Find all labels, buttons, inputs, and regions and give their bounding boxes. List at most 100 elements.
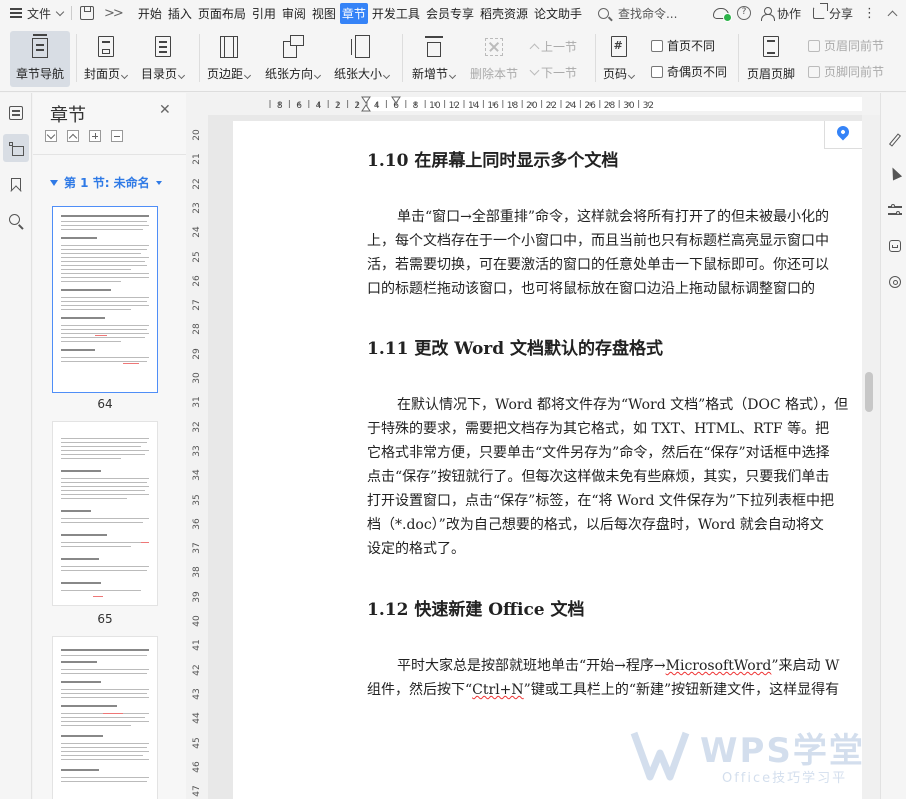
tab-chapter[interactable]: 章节 <box>339 2 368 24</box>
footer-same-as-previous-checkbox[interactable]: 页脚同前节 <box>808 63 884 80</box>
page-thumbnail[interactable] <box>52 421 158 606</box>
vertical-ruler-label: 39 <box>192 590 202 603</box>
page-thumbnail[interactable] <box>52 206 158 393</box>
paper-size-button[interactable]: 纸张大小 <box>334 34 391 82</box>
vertical-ruler[interactable]: 20 21 22 23 24 25 26 27 28 29 30 31 32 33 34 35 36 37 38 39… <box>186 115 208 799</box>
vertical-ruler-label: 45 <box>192 736 202 749</box>
footer-same-as-previous-label: 页脚同前节 <box>824 65 885 79</box>
tab-insert[interactable]: 插入 <box>166 3 194 24</box>
collab-button[interactable]: 协作 <box>760 5 801 22</box>
prev-section-button[interactable]: 上一节 <box>529 38 578 55</box>
header-footer-button[interactable]: 页眉页脚 <box>747 34 795 82</box>
cursor-icon[interactable] <box>887 165 903 181</box>
text-line: 打开设置窗口，点击“保存”标签，在“将 Word 文件保存为”下拉列表框中把 <box>367 493 835 509</box>
close-icon[interactable]: ✕ <box>159 102 171 118</box>
text-line: 它格式非常方便，只要单击“文件另存为”命令，然后在“保存”对话框中选择 <box>367 445 830 461</box>
search-icon[interactable] <box>8 213 24 230</box>
odd-even-different-label: 奇偶页不同 <box>667 65 728 79</box>
add-icon[interactable] <box>89 130 101 142</box>
vertical-ruler-label: 44 <box>192 712 202 724</box>
hamburger-icon[interactable] <box>10 6 22 21</box>
bookmark-icon[interactable] <box>8 177 24 197</box>
checkbox-box <box>651 65 663 78</box>
paragraph-1-11: 在默认情况下，Word 都将文件存为“Word 文档”格式（DOC 格式），但 … <box>367 393 862 561</box>
help-icon[interactable]: ? <box>736 6 751 20</box>
cover-page-button[interactable]: 封面页 <box>84 34 129 82</box>
expand-all-icon[interactable] <box>45 130 57 142</box>
backup-icon[interactable] <box>888 239 902 253</box>
save-icon[interactable] <box>80 6 95 20</box>
page-number-label: 页码 <box>603 67 628 81</box>
ruler-label: 14 <box>468 101 480 111</box>
next-section-button[interactable]: 下一节 <box>529 64 577 81</box>
document-area: 1.10 在屏幕上同时显示多个文档 单击“窗口→全部重排”命令，这样就会将所有打… <box>208 115 862 799</box>
location-pin-icon[interactable] <box>824 121 862 149</box>
menu-bar: 文件 >> 开始 插入 页面布局 引用 审阅 视图 章节 开发工具 会员专享 稻… <box>0 0 906 26</box>
ribbon-tabs: 开始 插入 页面布局 引用 审阅 视图 章节 开发工具 会员专享 稻壳资源 论文… <box>136 2 586 24</box>
separator <box>595 34 596 82</box>
orientation-button[interactable]: 纸张方向 <box>265 34 322 82</box>
chapter-icon[interactable] <box>8 140 24 156</box>
vertical-ruler-label: 33 <box>192 445 202 457</box>
ruler-label: 30 <box>623 101 635 111</box>
odd-even-different-checkbox[interactable]: 奇偶页不同 <box>651 63 727 80</box>
document-page[interactable]: 1.10 在屏幕上同时显示多个文档 单击“窗口→全部重排”命令，这样就会将所有打… <box>233 121 862 799</box>
vertical-ruler-label: 23 <box>192 202 202 214</box>
vertical-ruler-label: 21 <box>192 153 202 166</box>
document-scrollbar[interactable] <box>862 115 880 799</box>
tab-member[interactable]: 会员专享 <box>424 3 476 24</box>
separator <box>199 34 200 82</box>
new-section-icon <box>422 34 446 60</box>
collab-label: 协作 <box>776 6 801 21</box>
tab-view[interactable]: 视图 <box>310 3 338 24</box>
collapse-all-icon[interactable] <box>67 130 79 142</box>
margins-button[interactable]: 页边距 <box>207 34 252 82</box>
file-menu[interactable]: 文件 <box>27 5 65 22</box>
tab-start[interactable]: 开始 <box>136 3 164 24</box>
prev-section-label: 上一节 <box>541 40 578 54</box>
pen-icon[interactable] <box>888 133 902 147</box>
toc-page-label: 目录页 <box>141 67 178 81</box>
paragraph-1-10: 单击“窗口→全部重排”命令，这样就会将所有打开了的但未被最小化的 上，每个文档存… <box>367 205 862 301</box>
tab-page-layout[interactable]: 页面布局 <box>196 3 248 24</box>
double-chevron-right-icon[interactable]: >> <box>104 6 124 21</box>
settings-icon[interactable] <box>888 275 902 289</box>
text-line: 点击“保存”按钮就行了。但每次这样做未免有些麻烦，其实，只要我们单击 <box>367 469 830 485</box>
vertical-ruler-label: 34 <box>192 469 202 481</box>
arrow-down-icon <box>529 65 540 76</box>
minus-icon[interactable] <box>111 130 123 142</box>
vertical-ruler-label: 30 <box>192 372 202 384</box>
share-button[interactable]: 分享 <box>812 3 853 22</box>
vertical-ruler-label: 24 <box>192 226 202 238</box>
page-thumbnail[interactable] <box>52 636 158 799</box>
new-section-button[interactable]: 新增节 <box>412 34 457 82</box>
tab-developer[interactable]: 开发工具 <box>370 3 422 24</box>
outline-icon[interactable] <box>8 105 24 121</box>
chapter-nav-button[interactable]: 章节导航 <box>10 31 71 87</box>
heading-1-11: 1.11 更改 Word 文档默认的存盘格式 <box>367 339 664 359</box>
tab-thesis[interactable]: 论文助手 <box>532 3 584 24</box>
toc-page-button[interactable]: 目录页 <box>141 34 186 82</box>
tab-docer[interactable]: 稻壳资源 <box>478 3 530 24</box>
section-item[interactable]: 第 1 节: 未命名 <box>50 174 162 191</box>
first-page-different-checkbox[interactable]: 首页不同 <box>651 37 715 54</box>
tab-review[interactable]: 审阅 <box>280 3 308 24</box>
chevron-down-icon <box>177 71 186 80</box>
tab-references[interactable]: 引用 <box>250 3 278 24</box>
chevron-down-icon <box>627 71 636 80</box>
wps-watermark: WPS学堂 Office技巧学习平 <box>630 723 900 793</box>
sliders-icon[interactable] <box>888 203 902 217</box>
horizontal-ruler[interactable]: 8 6 4 2 2 4 6 8 10 12 14 16 18 20 22 24 26 28 30 32 <box>186 93 862 115</box>
ruler-label: 26 <box>584 101 596 111</box>
cloud-sync-icon[interactable] <box>712 7 732 22</box>
delete-section-button[interactable]: 删除本节 <box>470 34 518 82</box>
text-line: 活，若需要切换，可在要激活的窗口的任意处单击一下鼠标即可。你还可以 <box>367 257 829 273</box>
header-same-as-previous-checkbox[interactable]: 页眉同前节 <box>808 37 884 54</box>
scrollbar-thumb[interactable] <box>865 372 873 412</box>
wps-logo-icon <box>630 731 690 781</box>
page-number-button[interactable]: # 页码 <box>603 34 636 82</box>
command-search[interactable]: 查找命令... <box>597 5 677 22</box>
collapse-ribbon-icon[interactable] <box>887 10 898 20</box>
more-icon[interactable]: ⋮ <box>863 6 877 21</box>
text-line: 档（*.doc）”改为自己想要的格式，以后每次存盘时，Word 就会自动将文 <box>367 517 824 533</box>
